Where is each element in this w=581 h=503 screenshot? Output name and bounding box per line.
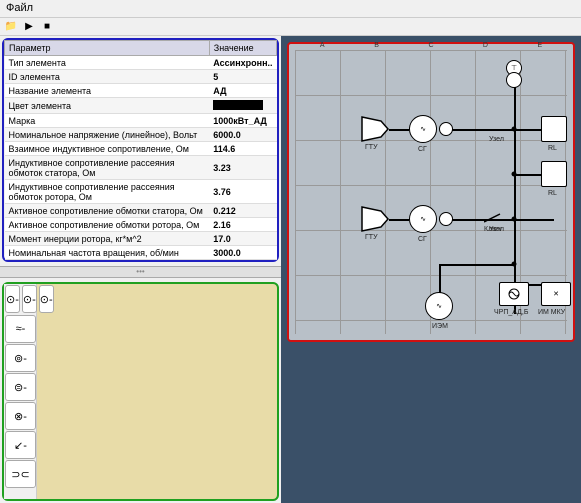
param-cell: Взаимное индуктивное сопротивление, Ом (5, 142, 210, 156)
palette-button[interactable]: ⊜- (5, 373, 36, 401)
value-cell[interactable] (209, 98, 276, 114)
table-row[interactable]: Название элементаАД (5, 84, 277, 98)
properties-table: Параметр Значение Тип элементаАссинхронн… (4, 40, 277, 260)
node-rl-1[interactable]: RL (541, 116, 567, 142)
col-value[interactable]: Значение (209, 41, 276, 56)
table-row[interactable]: Взаимное индуктивное сопротивление, Ом11… (5, 142, 277, 156)
table-row[interactable]: Индуктивное сопротивление рассеяния обмо… (5, 156, 277, 180)
node-switch[interactable]: Ключ (484, 212, 504, 229)
palette-button[interactable]: ≈- (5, 315, 36, 343)
value-cell[interactable]: 5 (209, 70, 276, 84)
param-cell: Активное сопротивление обмотки статора, … (5, 204, 210, 218)
node-conn-2[interactable] (439, 212, 453, 226)
param-cell: Момент инерции ротора, кг*м^2 (5, 232, 210, 246)
param-cell: Цвет элемента (5, 98, 210, 114)
param-cell: Номинальная частота вращения, об/мин (5, 246, 210, 260)
schematic-canvas[interactable]: ABCDE ⊤ ГТУ (287, 42, 575, 342)
table-row[interactable]: Момент инерции ротора, кг*м^217.0 (5, 232, 277, 246)
color-swatch[interactable] (213, 100, 263, 110)
col-header: C (404, 42, 458, 49)
table-row[interactable]: Тип элементаАссинхронн.. (5, 56, 277, 70)
param-cell: Марка (5, 114, 210, 128)
param-cell: Индуктивное сопротивление рассеяния обмо… (5, 180, 210, 204)
col-header: A (295, 42, 349, 49)
node-sg-2[interactable]: ∿СГ (409, 205, 437, 233)
value-cell[interactable]: 2.16 (209, 218, 276, 232)
node-gtu-1[interactable]: ГТУ (361, 116, 389, 142)
node-im-mku[interactable]: ✕ИМ МКУ (541, 282, 571, 306)
value-cell[interactable]: 1000кВт_АД (209, 114, 276, 128)
param-cell: Индуктивное сопротивление рассеяния обмо… (5, 156, 210, 180)
param-cell: Тип элемента (5, 56, 210, 70)
value-cell[interactable]: 3.23 (209, 156, 276, 180)
node-transformer-bot[interactable] (506, 72, 522, 88)
splitter[interactable]: ••• (0, 266, 281, 278)
value-cell[interactable]: Ассинхронн.. (209, 56, 276, 70)
param-cell: ID элемента (5, 70, 210, 84)
table-row[interactable]: Номинальная частота вращения, об/мин3000… (5, 246, 277, 260)
param-cell: Номинальное напряжение (линейное), Вольт (5, 128, 210, 142)
play-icon[interactable]: ▶ (22, 20, 36, 34)
palette-button[interactable]: ⊚- (5, 344, 36, 372)
col-header: B (349, 42, 403, 49)
param-cell: Активное сопротивление обмотки ротора, О… (5, 218, 210, 232)
node-chrp[interactable]: ЧРП_АД,Б (499, 282, 529, 306)
properties-panel: Параметр Значение Тип элементаАссинхронн… (2, 38, 279, 262)
palette-button[interactable]: ⊙- (22, 285, 37, 313)
folder-icon[interactable]: 📁 (4, 20, 18, 34)
value-cell[interactable]: 114.6 (209, 142, 276, 156)
palette-panel: ⊙-⊙-⊙- ≈-⊚-⊜-⊗-↙-⊃⊂ (2, 282, 279, 501)
node-sg-1[interactable]: ∿СГ (409, 115, 437, 143)
value-cell[interactable]: 17.0 (209, 232, 276, 246)
table-row[interactable]: Активное сопротивление обмотки ротора, О… (5, 218, 277, 232)
table-row[interactable]: Цвет элемента (5, 98, 277, 114)
node-gtu-2[interactable]: ГТУ (361, 206, 389, 232)
col-header: D (458, 42, 512, 49)
value-cell[interactable]: 3000.0 (209, 246, 276, 260)
table-row[interactable]: ID элемента5 (5, 70, 277, 84)
menu-file[interactable]: Файл (6, 2, 33, 14)
label-uzel-1: Узел (489, 136, 504, 143)
node-rl-2[interactable]: RL (541, 161, 567, 187)
table-row[interactable]: Активное сопротивление обмотки статора, … (5, 204, 277, 218)
palette-button[interactable]: ⊙- (5, 285, 20, 313)
node-iem[interactable]: ∿ИЭМ (425, 292, 453, 320)
value-cell[interactable]: 6000.0 (209, 128, 276, 142)
palette-button[interactable]: ↙- (5, 431, 36, 459)
palette-button[interactable]: ⊗- (5, 402, 36, 430)
table-row[interactable]: Марка1000кВт_АД (5, 114, 277, 128)
value-cell[interactable]: 3.76 (209, 180, 276, 204)
node-conn-1[interactable] (439, 122, 453, 136)
value-cell[interactable]: 0.212 (209, 204, 276, 218)
stop-icon[interactable]: ■ (40, 20, 54, 34)
table-row[interactable]: Номинальное напряжение (линейное), Вольт… (5, 128, 277, 142)
table-row[interactable]: Индуктивное сопротивление рассеяния обмо… (5, 180, 277, 204)
palette-button[interactable]: ⊙- (39, 285, 54, 313)
param-cell: Название элемента (5, 84, 210, 98)
col-header: E (513, 42, 567, 49)
value-cell[interactable]: АД (209, 84, 276, 98)
col-param[interactable]: Параметр (5, 41, 210, 56)
palette-button[interactable]: ⊃⊂ (5, 460, 36, 488)
